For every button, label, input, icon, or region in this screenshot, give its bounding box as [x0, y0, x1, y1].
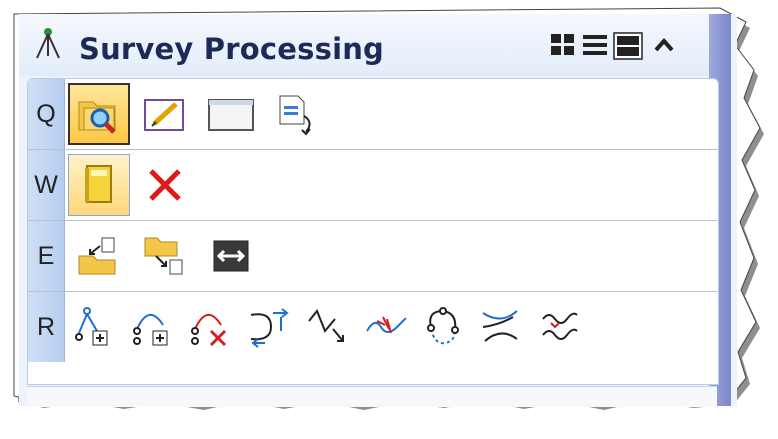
collapse-up-icon[interactable] [651, 32, 677, 58]
grid-view-icon[interactable] [549, 32, 577, 58]
add-node-icon[interactable] [68, 296, 122, 358]
panel-header[interactable]: Survey Processing [19, 14, 719, 76]
edit-icon[interactable] [134, 83, 196, 145]
break-line-icon[interactable] [300, 296, 354, 358]
close-figure-icon[interactable] [416, 296, 470, 358]
tool-row-r: R [28, 292, 718, 362]
join-lines-icon[interactable] [532, 296, 586, 358]
tool-row-q: Q [28, 79, 718, 150]
survey-processing-panel: Survey Processing Q W E R [19, 14, 737, 407]
import-folder-icon[interactable] [68, 225, 130, 287]
trim-line-icon[interactable] [358, 296, 412, 358]
convert-arrows-icon[interactable] [200, 225, 262, 287]
find-folder-icon[interactable] [68, 83, 130, 145]
tool-row-w: W [28, 150, 718, 221]
tripod-icon [36, 28, 60, 59]
blank-window-icon[interactable] [200, 83, 262, 145]
document-refresh-icon[interactable] [266, 83, 328, 145]
panel-title: Survey Processing [79, 32, 385, 66]
delete-node-icon[interactable] [184, 296, 238, 358]
panel-footer [27, 386, 717, 407]
tool-row-e: E [28, 221, 718, 292]
add-arc-node-icon[interactable] [126, 296, 180, 358]
tool-grid: Q W E R [27, 78, 719, 385]
field-book-icon[interactable] [68, 154, 130, 216]
large-view-icon[interactable] [613, 32, 643, 60]
row-key: R [28, 292, 65, 362]
delete-x-icon[interactable] [134, 154, 196, 216]
list-view-icon[interactable] [581, 32, 609, 58]
reverse-direction-icon[interactable] [242, 296, 296, 358]
intersect-icon[interactable] [474, 296, 528, 358]
row-key: E [28, 221, 65, 291]
export-folder-icon[interactable] [134, 225, 196, 287]
row-key: Q [28, 79, 65, 149]
row-key: W [28, 150, 65, 220]
